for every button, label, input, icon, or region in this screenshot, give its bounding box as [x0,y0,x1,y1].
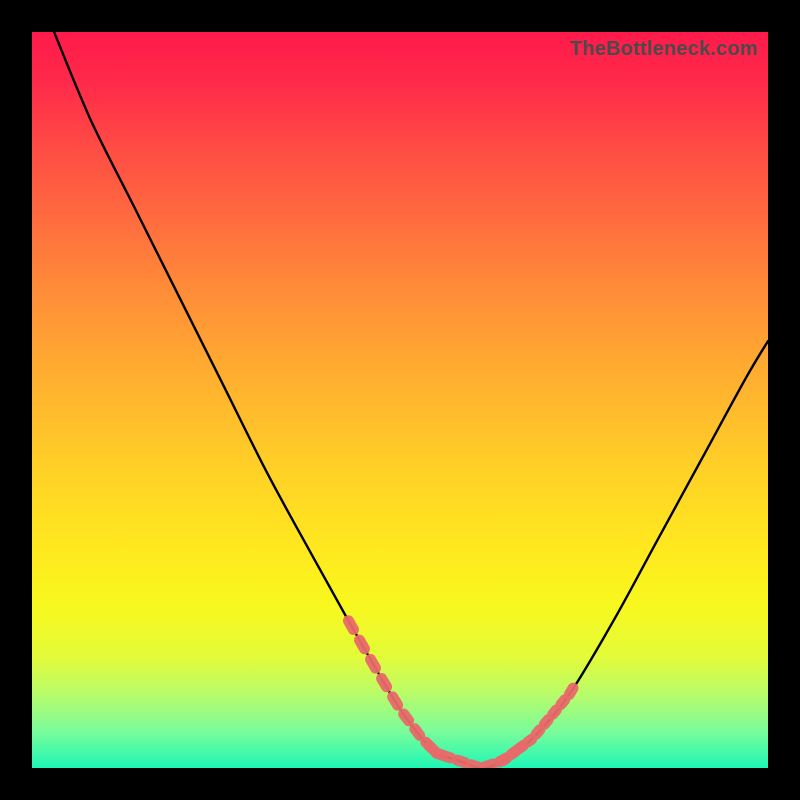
curve-svg [32,32,768,768]
highlight-dots [348,621,573,767]
bottleneck-curve [54,32,768,768]
chart-canvas: TheBottleneck.com [0,0,800,800]
plot-area: TheBottleneck.com [32,32,768,768]
